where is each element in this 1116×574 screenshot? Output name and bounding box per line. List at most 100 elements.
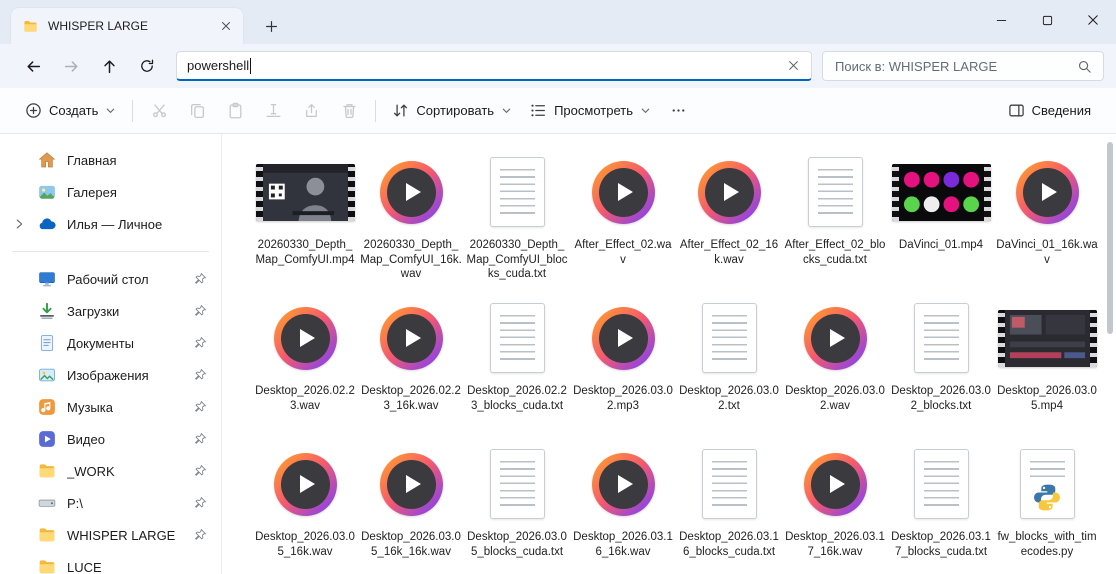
file-name: Desktop_2026.03.05.mp4 — [997, 385, 1097, 412]
media-play-icon — [591, 160, 655, 224]
drive-icon — [38, 494, 56, 512]
file-name: Desktop_2026.02.23.wav — [255, 385, 355, 412]
up-button[interactable] — [90, 50, 128, 82]
plus-circle-icon — [25, 102, 42, 119]
maximize-button[interactable] — [1024, 0, 1070, 40]
new-tab-button[interactable] — [258, 13, 284, 39]
address-input[interactable]: powershell — [176, 51, 812, 81]
file-name: Desktop_2026.02.23_16k.wav — [361, 385, 461, 412]
minimize-button[interactable] — [978, 0, 1024, 40]
file-item[interactable]: 20260330_Depth_Map_ComfyUI_blocks_cuda.t… — [464, 148, 570, 294]
file-item[interactable]: Desktop_2026.02.23.wav — [252, 294, 358, 440]
media-play-icon — [379, 306, 443, 370]
back-button[interactable] — [14, 50, 52, 82]
sidebar-item-рабочий-стол[interactable]: Рабочий стол — [4, 263, 217, 295]
sidebar-item-label: Илья — Личное — [67, 216, 163, 232]
copy-button[interactable] — [178, 94, 216, 128]
file-item[interactable]: DaVinci_01.mp4 — [888, 148, 994, 294]
cut-button[interactable] — [140, 94, 178, 128]
clear-address-icon[interactable] — [781, 54, 805, 78]
search-box[interactable] — [822, 51, 1104, 81]
close-button[interactable] — [1070, 0, 1116, 40]
sidebar-item-илья-личное[interactable]: Илья — Личное — [4, 208, 217, 240]
file-item[interactable]: Desktop_2026.03.05.mp4 — [994, 294, 1100, 440]
search-icon[interactable] — [1073, 55, 1095, 77]
file-icon-box — [1015, 148, 1079, 236]
text-document-icon — [489, 303, 545, 373]
file-item[interactable]: Desktop_2026.02.23_blocks_cuda.txt — [464, 294, 570, 440]
file-name: Desktop_2026.03.16_16k.wav — [573, 531, 673, 558]
file-item[interactable]: Desktop_2026.02.23_16k.wav — [358, 294, 464, 440]
file-item[interactable]: 20260330_Depth_Map_ComfyUI.mp4 — [252, 148, 358, 294]
create-button[interactable]: Создать — [16, 94, 125, 128]
vertical-scrollbar[interactable] — [1107, 138, 1113, 570]
chevron-right-icon[interactable] — [12, 217, 26, 231]
sidebar-item-главная[interactable]: Главная — [4, 144, 217, 176]
file-icon-box — [807, 148, 863, 236]
file-item[interactable]: Desktop_2026.03.17_blocks_cuda.txt — [888, 440, 994, 574]
sidebar-item-luce[interactable]: LUCE — [4, 551, 217, 574]
sidebar-item-p[interactable]: P:\ — [4, 487, 217, 519]
sidebar-item-документы[interactable]: Документы — [4, 327, 217, 359]
view-button[interactable]: Просмотреть — [521, 94, 660, 128]
file-item[interactable]: Desktop_2026.03.02.wav — [782, 294, 888, 440]
file-item[interactable]: Desktop_2026.03.17_16k.wav — [782, 440, 888, 574]
pin-icon — [193, 528, 207, 542]
media-play-icon — [591, 306, 655, 370]
more-options-button[interactable] — [660, 94, 698, 128]
file-icon-box — [803, 294, 867, 382]
explorer-tab[interactable]: WHISPER LARGE — [10, 7, 244, 44]
sidebar-item-изображения[interactable]: Изображения — [4, 359, 217, 391]
file-item[interactable]: 20260330_Depth_Map_ComfyUI_16k.wav — [358, 148, 464, 294]
sidebar-item-label: Документы — [67, 335, 135, 351]
file-item[interactable]: Desktop_2026.03.16_16k.wav — [570, 440, 676, 574]
search-input[interactable] — [835, 58, 1073, 74]
file-icon-box — [997, 294, 1097, 382]
forward-button[interactable] — [52, 50, 90, 82]
file-item[interactable]: fw_blocks_with_timecodes.py — [994, 440, 1100, 574]
text-document-icon — [489, 449, 545, 519]
file-item[interactable]: Desktop_2026.03.16_blocks_cuda.txt — [676, 440, 782, 574]
tab-close-icon[interactable] — [215, 15, 237, 37]
file-item[interactable]: Desktop_2026.03.05_16k_16k.wav — [358, 440, 464, 574]
paste-button[interactable] — [216, 94, 254, 128]
file-icon-box — [379, 148, 443, 236]
pin-icon — [193, 464, 207, 478]
pin-icon — [193, 496, 207, 510]
refresh-button[interactable] — [128, 50, 166, 82]
media-play-icon — [803, 306, 867, 370]
file-name: Desktop_2026.03.05_16k_16k.wav — [361, 531, 461, 558]
sidebar: Главная Галерея Илья — Личное Рабочий стол З… — [0, 134, 222, 574]
scrollbar-thumb[interactable] — [1107, 142, 1113, 334]
file-item[interactable]: Desktop_2026.03.02_blocks.txt — [888, 294, 994, 440]
file-icon-box — [273, 440, 337, 528]
navigation-bar: powershell — [0, 44, 1116, 88]
file-item[interactable]: Desktop_2026.03.05_16k.wav — [252, 440, 358, 574]
pin-icon — [193, 400, 207, 414]
chevron-down-icon — [501, 105, 512, 116]
delete-button[interactable] — [330, 94, 368, 128]
share-button[interactable] — [292, 94, 330, 128]
sidebar-item-label: LUCE — [67, 559, 102, 574]
file-item[interactable]: After_Effect_02.wav — [570, 148, 676, 294]
sidebar-item-музыка[interactable]: Музыка — [4, 391, 217, 423]
file-item[interactable]: DaVinci_01_16k.wav — [994, 148, 1100, 294]
sidebar-item-галерея[interactable]: Галерея — [4, 176, 217, 208]
file-name: Desktop_2026.03.05_blocks_cuda.txt — [467, 531, 567, 558]
file-icon-box — [379, 294, 443, 382]
file-item[interactable]: Desktop_2026.03.05_blocks_cuda.txt — [464, 440, 570, 574]
file-item[interactable]: Desktop_2026.03.02.mp3 — [570, 294, 676, 440]
sidebar-item-видео[interactable]: Видео — [4, 423, 217, 455]
file-item[interactable]: After_Effect_02_16k.wav — [676, 148, 782, 294]
sort-button[interactable]: Сортировать — [383, 94, 521, 128]
sidebar-item-загрузки[interactable]: Загрузки — [4, 295, 217, 327]
rename-button[interactable] — [254, 94, 292, 128]
file-item[interactable]: Desktop_2026.03.02.txt — [676, 294, 782, 440]
details-button[interactable]: Сведения — [999, 94, 1100, 128]
videos-icon — [38, 430, 56, 448]
sidebar-item-_work[interactable]: _WORK — [4, 455, 217, 487]
sidebar-item-label: _WORK — [67, 463, 115, 479]
sidebar-item-whisper-large[interactable]: WHISPER LARGE — [4, 519, 217, 551]
file-icon-box — [273, 294, 337, 382]
file-item[interactable]: After_Effect_02_blocks_cuda.txt — [782, 148, 888, 294]
